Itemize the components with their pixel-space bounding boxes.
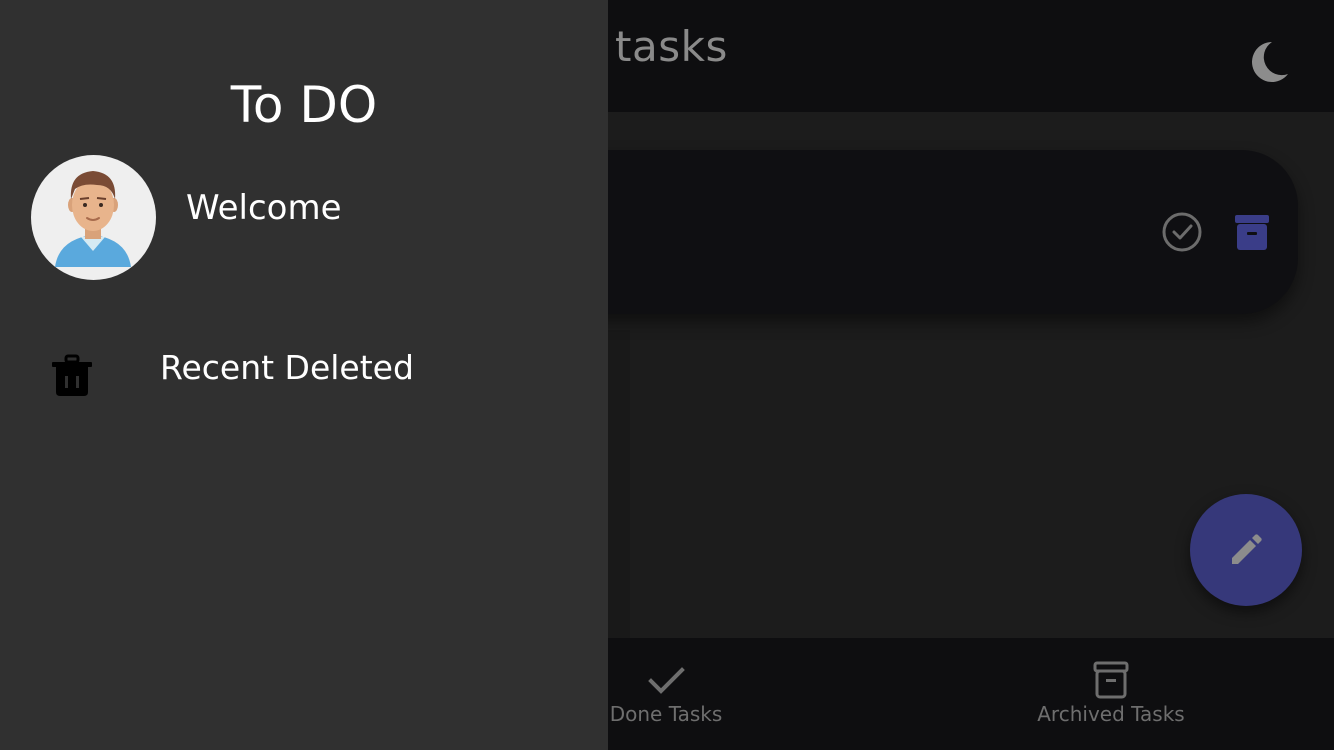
avatar — [31, 155, 156, 280]
drawer-title: To DO — [230, 76, 378, 134]
check-circle-icon[interactable] — [1160, 210, 1204, 254]
nav-label: Archived Tasks — [1037, 702, 1185, 726]
nav-archived-tasks[interactable]: Archived Tasks — [1010, 638, 1212, 750]
drawer-item-label: Recent Deleted — [160, 348, 414, 387]
pencil-icon — [1232, 534, 1262, 564]
moon-icon[interactable] — [1242, 38, 1290, 86]
divider — [608, 330, 630, 638]
check-icon — [648, 667, 685, 694]
welcome-text: Welcome — [186, 188, 342, 228]
trash-icon — [52, 354, 92, 396]
drawer-item-recent-deleted[interactable]: Recent Deleted — [0, 330, 608, 414]
user-avatar-icon — [55, 171, 131, 267]
edit-fab-button[interactable] — [1190, 494, 1302, 606]
archive-icon — [1093, 661, 1129, 699]
archive-icon[interactable] — [1230, 210, 1274, 254]
navigation-drawer: To DO Welcome Recent Deleted — [0, 0, 608, 750]
